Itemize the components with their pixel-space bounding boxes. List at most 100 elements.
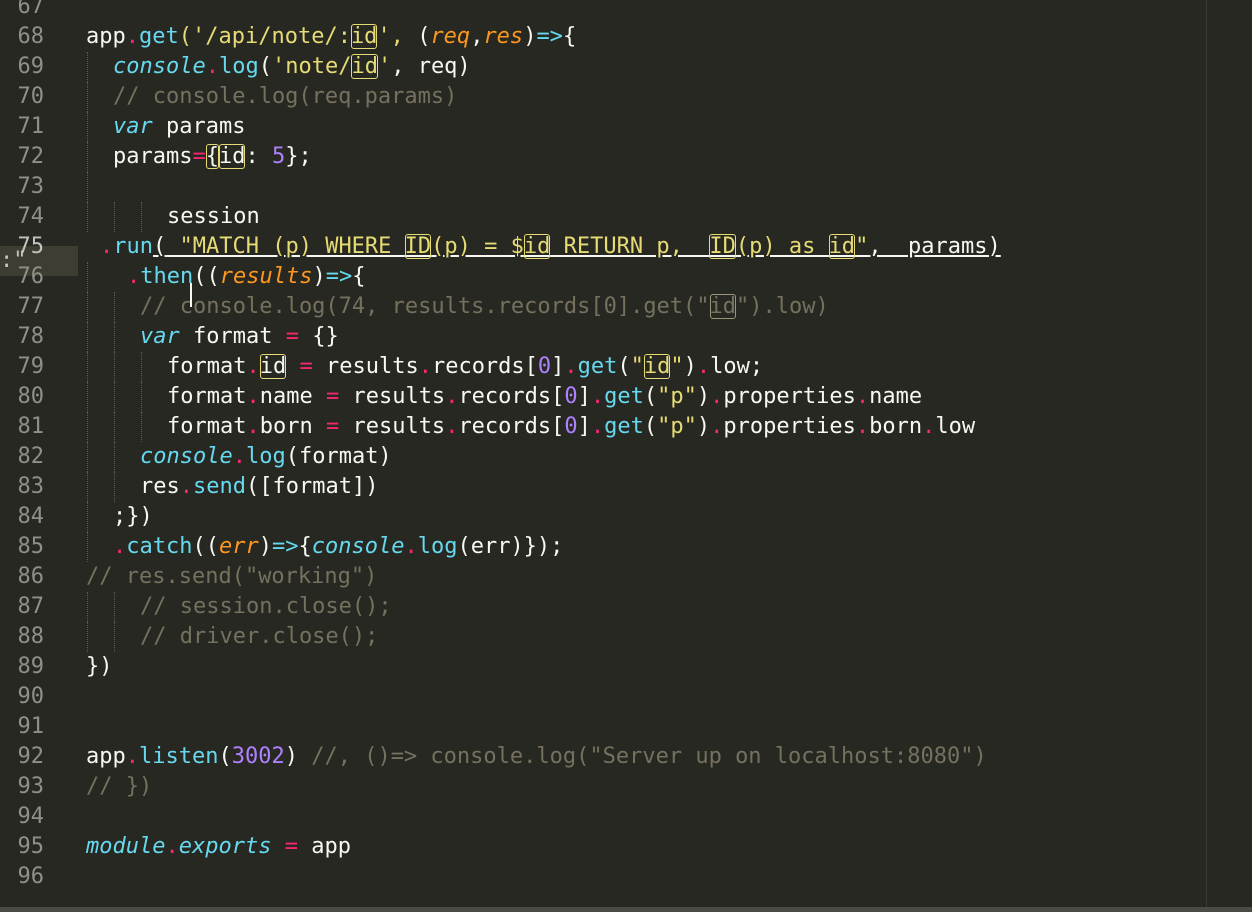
code-token: 'note/ xyxy=(271,54,352,79)
code-token: properties xyxy=(723,414,856,439)
indent-guide xyxy=(87,412,89,442)
indent-guide xyxy=(87,202,89,232)
code-token: ] xyxy=(551,354,565,379)
code-token: . xyxy=(590,414,605,439)
code-token: . xyxy=(404,534,418,559)
code-line-content: .then((results)=>{ xyxy=(127,262,365,292)
code-token: ( xyxy=(643,414,658,439)
code-token: RETURN p, xyxy=(550,234,710,259)
code-token: results xyxy=(339,414,446,439)
code-token: born xyxy=(259,414,326,439)
line-number: 87 xyxy=(17,594,45,619)
indent-guide xyxy=(87,142,89,172)
code-line-content: res.send([format]) xyxy=(140,472,378,502)
code-token: ) xyxy=(258,534,272,559)
code-token: app xyxy=(297,834,351,859)
code-token: " xyxy=(630,354,644,379)
code-token: }) xyxy=(86,654,113,679)
code-token: = xyxy=(285,324,299,349)
code-token: "p" xyxy=(657,384,697,409)
code-token: // res.send("working") xyxy=(86,564,378,589)
code-token: . xyxy=(922,414,936,439)
code-token: . xyxy=(855,384,870,409)
code-area[interactable]: app.get('/api/note/:id', (req,res)=>{con… xyxy=(86,0,1206,912)
line-number: 83 xyxy=(17,474,45,499)
code-token: // console.log(req.params) xyxy=(113,84,458,109)
code-line-content: var format = {} xyxy=(140,322,339,352)
line-number: 70 xyxy=(17,84,45,109)
line-number: 94 xyxy=(17,804,45,829)
code-token: id xyxy=(259,354,287,379)
code-line-content: }) xyxy=(86,652,113,682)
code-token: ) xyxy=(987,234,1001,259)
code-token: console xyxy=(113,54,206,79)
indent-guide xyxy=(114,622,116,652)
indent-guide xyxy=(141,412,143,442)
code-token: format xyxy=(167,384,247,409)
code-line-content: app.listen(3002) //, ()=> console.log("S… xyxy=(86,742,987,772)
line-number: 81 xyxy=(17,414,45,439)
code-token: console xyxy=(311,534,405,559)
indent-guide xyxy=(114,292,116,322)
code-token: low xyxy=(935,414,976,439)
code-token: . xyxy=(564,354,578,379)
code-line-content: // res.send("working") xyxy=(86,562,377,592)
code-token: ;}) xyxy=(113,504,153,529)
code-token: ) xyxy=(312,264,326,289)
indent-guide xyxy=(114,382,116,412)
code-token: ").low) xyxy=(736,294,829,319)
code-token: 5 xyxy=(271,144,286,169)
code-line-content: console.log(format) xyxy=(140,442,392,472)
code-token: = xyxy=(325,384,340,409)
code-line-content: params={id: 5}; xyxy=(113,142,312,172)
code-token: id xyxy=(218,144,246,169)
indent-guide xyxy=(87,502,89,532)
line-number: 71 xyxy=(17,114,45,139)
code-token: ) xyxy=(523,24,537,49)
code-token: => xyxy=(325,264,353,289)
indent-guide xyxy=(114,472,116,502)
code-token: name xyxy=(259,384,326,409)
code-token: { xyxy=(562,24,577,49)
code-token: log xyxy=(218,54,259,79)
indent-guide xyxy=(87,112,89,142)
code-token: id xyxy=(643,354,671,379)
code-editor[interactable]: : " 67 68 69 70 71 72 73 74 75 76 77 78 79 80 81 82 83 84 8… xyxy=(0,0,1252,912)
code-token: app xyxy=(86,24,126,49)
code-line-content: // driver.close(); xyxy=(140,622,378,652)
code-token: = xyxy=(284,834,298,859)
code-token: app xyxy=(86,744,126,769)
line-number: 76 xyxy=(17,264,45,289)
editor-bottom-edge xyxy=(0,907,1252,912)
code-token: . xyxy=(710,384,724,409)
indent-guide xyxy=(114,202,116,232)
code-line-content: ;}) xyxy=(113,502,153,532)
code-token: params xyxy=(113,144,193,169)
code-token: log xyxy=(417,534,458,559)
indent-guide xyxy=(141,382,143,412)
line-number: 90 xyxy=(17,684,45,709)
line-number: 78 xyxy=(17,324,45,349)
code-token: ( xyxy=(153,234,167,259)
code-token: ', xyxy=(377,24,418,49)
line-number: 74 xyxy=(17,204,45,229)
code-token: . xyxy=(127,264,141,289)
code-token: results xyxy=(312,354,419,379)
code-token: id xyxy=(350,24,378,49)
code-token: ( xyxy=(258,54,272,79)
indent-guide xyxy=(114,322,116,352)
code-token: records[ xyxy=(458,384,565,409)
code-token: { xyxy=(352,264,366,289)
code-token: "MATCH (p) WHERE xyxy=(179,234,405,259)
code-token: . xyxy=(125,24,139,49)
indent-guide xyxy=(87,532,89,562)
code-token: ( xyxy=(617,354,631,379)
code-token: format xyxy=(179,324,286,349)
code-token: get xyxy=(604,384,644,409)
code-token: => xyxy=(536,24,563,49)
code-token: . xyxy=(165,834,179,859)
code-token: {} xyxy=(298,324,339,349)
code-line-content: format.id = results.records[0].get("id")… xyxy=(167,352,763,382)
code-token: born xyxy=(869,414,923,439)
code-token: get xyxy=(139,24,179,49)
